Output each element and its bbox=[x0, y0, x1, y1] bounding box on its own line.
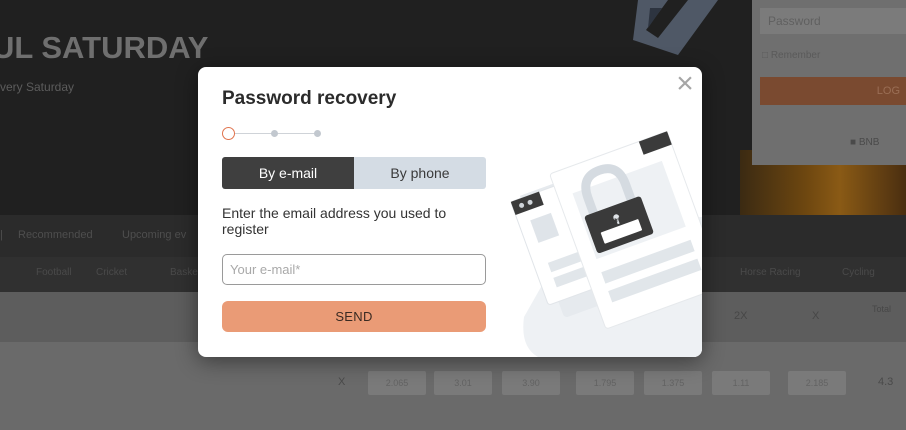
progress-stepper bbox=[222, 127, 326, 141]
sport-item-horse-racing[interactable]: Horse Racing bbox=[740, 267, 801, 278]
nav-item-upcoming[interactable]: Upcoming ev bbox=[122, 229, 186, 241]
recovery-method-tabs: By e-mail By phone bbox=[222, 157, 486, 189]
odd-button[interactable]: 3.90 bbox=[502, 371, 560, 395]
odd-button[interactable]: 1.11 bbox=[712, 371, 770, 395]
send-button[interactable]: SEND bbox=[222, 301, 486, 332]
brand-logo-icon bbox=[633, 0, 718, 55]
secondary-login-button[interactable]: ■ BNB bbox=[850, 132, 906, 154]
tab-by-phone[interactable]: By phone bbox=[354, 157, 486, 189]
odd-button[interactable]: 3.01 bbox=[434, 371, 492, 395]
sport-item-football[interactable]: Football bbox=[36, 267, 72, 278]
odd-button[interactable]: 2.185 bbox=[788, 371, 846, 395]
row-value: 4.3 bbox=[878, 376, 894, 388]
lock-document-illustration-icon: *** bbox=[510, 131, 702, 357]
odd-button[interactable]: 1.375 bbox=[644, 371, 702, 395]
checkbox-icon: □ bbox=[762, 50, 769, 61]
remember-label: Remember bbox=[770, 50, 821, 61]
password-recovery-modal: Password recovery × By e-mail By phone E… bbox=[198, 67, 702, 357]
email-input[interactable] bbox=[222, 254, 486, 285]
nav-item-recommended[interactable]: Recommended bbox=[18, 229, 93, 241]
login-button[interactable]: LOG bbox=[760, 77, 906, 105]
sport-item-cycling[interactable]: Cycling bbox=[842, 267, 875, 278]
table-header-x: X bbox=[812, 310, 820, 322]
hero-subtitle: very Saturday bbox=[0, 80, 75, 94]
modal-title: Password recovery bbox=[222, 88, 397, 109]
nav-item-recommended-marker: | bbox=[0, 229, 3, 241]
tab-by-email[interactable]: By e-mail bbox=[222, 157, 354, 189]
step-1-active bbox=[222, 127, 235, 140]
sport-item-basket[interactable]: Basket bbox=[170, 267, 201, 278]
step-3 bbox=[314, 130, 321, 137]
table-header-2x: 2X bbox=[734, 310, 748, 322]
remember-checkbox[interactable]: □ Remember bbox=[762, 50, 820, 61]
step-2 bbox=[271, 130, 278, 137]
odd-button[interactable]: 2.065 bbox=[368, 371, 426, 395]
sport-item-cricket[interactable]: Cricket bbox=[96, 267, 127, 278]
table-header-total: Total bbox=[872, 304, 892, 314]
row-marker: X bbox=[338, 376, 346, 388]
odd-button[interactable]: 1.795 bbox=[576, 371, 634, 395]
login-password-field[interactable]: Password bbox=[760, 8, 906, 34]
instruction-text: Enter the email address you used to regi… bbox=[222, 205, 447, 237]
hero-title: UL SATURDAY bbox=[0, 30, 209, 65]
